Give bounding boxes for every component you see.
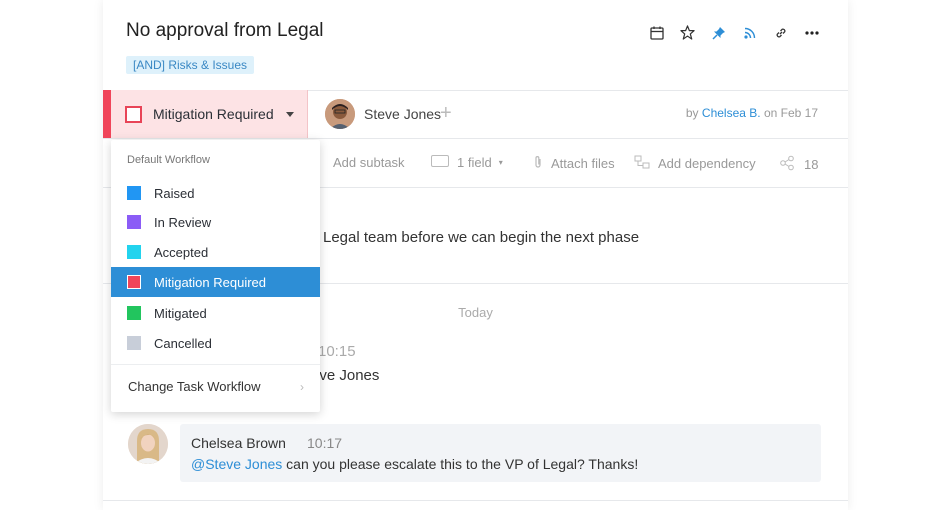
caret-down-icon: ▾: [498, 158, 503, 167]
add-subtask-button[interactable]: Add subtask: [315, 155, 405, 170]
attach-files-button[interactable]: Attach files: [533, 155, 615, 172]
caret-down-icon: [286, 112, 294, 117]
task-title[interactable]: No approval from Legal: [126, 20, 324, 42]
status-selector[interactable]: Mitigation Required: [103, 90, 308, 138]
chevron-right-icon: ›: [300, 380, 304, 394]
status-option-mitigated[interactable]: Mitigated: [111, 298, 320, 328]
paperclip-icon: [533, 155, 543, 172]
comment-bubble: Chelsea Brown 10:17 @Steve Jones can you…: [180, 424, 821, 482]
rss-icon[interactable]: [741, 24, 758, 41]
comment-author[interactable]: Chelsea Brown: [191, 435, 286, 451]
comment-body-text: can you please escalate this to the VP o…: [282, 456, 639, 472]
status-option-accepted[interactable]: Accepted: [111, 237, 320, 267]
assignee-name[interactable]: Steve Jones: [364, 106, 441, 122]
attach-label: Attach files: [551, 156, 615, 171]
byline-suffix: on Feb 17: [763, 106, 818, 120]
status-accent: [103, 90, 111, 138]
status-option-mitigation-required[interactable]: Mitigation Required: [111, 267, 320, 297]
byline-author[interactable]: Chelsea B.: [702, 106, 761, 120]
dependency-label: Add dependency: [658, 156, 756, 171]
comment-body: @Steve Jones can you please escalate thi…: [191, 456, 638, 472]
add-dependency-button[interactable]: Add dependency: [634, 155, 756, 172]
divider: [103, 138, 848, 139]
field-label: 1 field: [457, 155, 492, 170]
status-swatch: [127, 215, 141, 229]
comment-text: eve Jones: [311, 367, 380, 384]
workflow-header: Default Workflow: [127, 154, 210, 166]
status-option-label: Raised: [154, 185, 195, 201]
change-workflow-item[interactable]: Change Task Workflow: [128, 379, 260, 394]
divider: [111, 364, 320, 365]
status-option-in-review[interactable]: In Review: [111, 207, 320, 237]
link-icon[interactable]: [772, 24, 789, 41]
comment-time: 10:15: [318, 343, 356, 360]
share-count: 18: [804, 157, 819, 172]
comment-time: 10:17: [307, 435, 343, 451]
share-icon: [779, 155, 795, 174]
status-option-label: Mitigated: [154, 305, 207, 321]
calendar-icon[interactable]: [648, 24, 665, 41]
created-byline: by Chelsea B. on Feb 17: [686, 106, 818, 120]
folder-tag[interactable]: [AND] Risks & Issues: [126, 56, 255, 74]
dependency-icon: [634, 155, 650, 172]
byline-prefix: by: [685, 106, 699, 120]
status-option-label: In Review: [154, 214, 212, 230]
star-icon[interactable]: [679, 24, 696, 41]
avatar[interactable]: [128, 424, 168, 464]
status-swatch: [127, 306, 141, 320]
status-option-label: Mitigation Required: [154, 274, 267, 290]
more-icon[interactable]: [803, 24, 820, 41]
status-option-cancelled[interactable]: Cancelled: [111, 328, 320, 358]
status-option-raised[interactable]: Raised: [111, 178, 320, 208]
pin-icon[interactable]: [710, 24, 727, 41]
custom-field-button[interactable]: 1 field ▾: [431, 155, 503, 170]
status-dropdown: Default Workflow Raised In Review Accept…: [111, 140, 320, 412]
status-swatch: [127, 336, 141, 350]
status-swatch: [127, 245, 141, 259]
status-label: Mitigation Required: [153, 106, 274, 122]
status-checkbox[interactable]: [125, 106, 142, 123]
status-swatch: [127, 186, 141, 200]
status-option-label: Accepted: [154, 244, 209, 260]
field-icon: [431, 155, 449, 170]
task-description[interactable]: Legal team before we can begin the next …: [323, 229, 639, 246]
avatar[interactable]: [325, 99, 355, 129]
add-subtask-label: Add subtask: [333, 155, 405, 170]
divider: [103, 500, 848, 501]
status-option-label: Cancelled: [154, 335, 212, 351]
mention-link[interactable]: @Steve Jones: [191, 456, 282, 472]
add-assignee-icon[interactable]: +: [440, 103, 452, 123]
share-button[interactable]: 18: [779, 155, 818, 174]
status-swatch: [127, 275, 141, 289]
task-toolbar: [648, 24, 820, 41]
